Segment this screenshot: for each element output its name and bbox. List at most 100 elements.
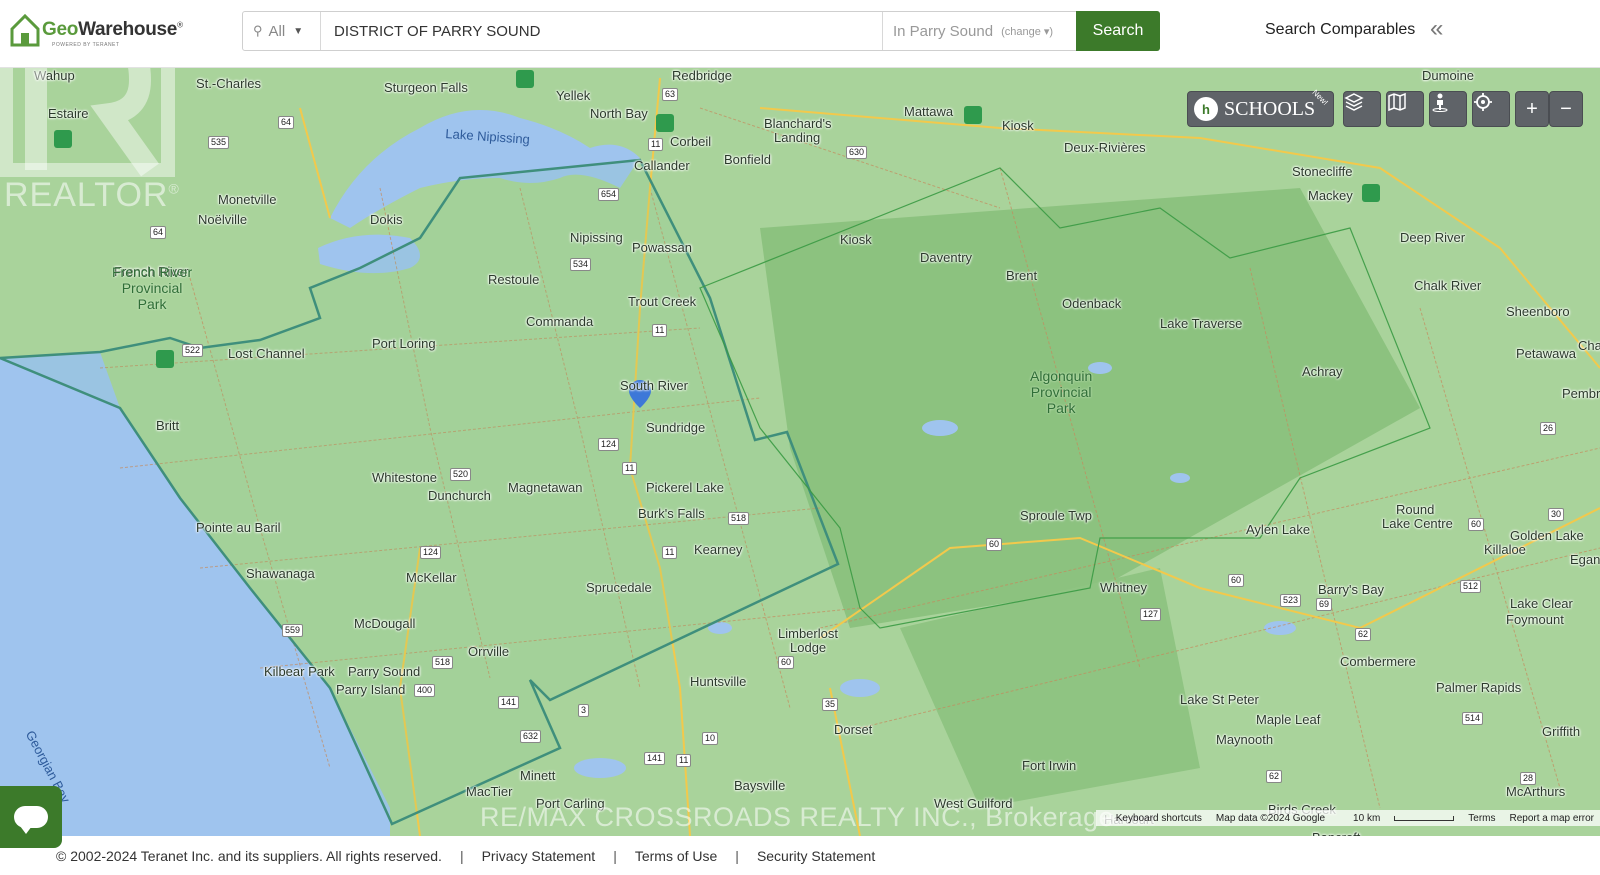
highway-shield: 632 xyxy=(520,730,542,743)
highway-shield: 10 xyxy=(702,732,719,745)
place-label: Trout Creek xyxy=(628,294,697,309)
place-label: Petawawa xyxy=(1516,346,1576,361)
place-label: Baysville xyxy=(734,778,786,793)
place-label: Lake Clear xyxy=(1510,596,1573,611)
place-label: Wahup xyxy=(34,68,75,83)
place-label: South River xyxy=(620,378,688,393)
search-location[interactable]: In Parry Sound (change ▾) xyxy=(882,12,1078,50)
search-comparables-link[interactable]: Search Comparables xyxy=(1265,21,1415,39)
place-label: Callander xyxy=(634,158,690,173)
footer-separator: | xyxy=(613,847,617,864)
place-label: Chalk River xyxy=(1414,278,1482,293)
highway-shield: 127 xyxy=(1140,608,1162,621)
security-statement-link[interactable]: Security Statement xyxy=(757,848,875,864)
highway-shield: 141 xyxy=(498,696,520,709)
place-label: Blanchard's xyxy=(764,116,832,131)
park-label-line: Provincial xyxy=(1030,384,1092,400)
place-label: Pembr xyxy=(1562,386,1600,401)
highway-shield: 3 xyxy=(578,704,590,717)
chat-button[interactable] xyxy=(0,786,62,848)
change-location-link[interactable]: (change ▾) xyxy=(1001,25,1053,38)
location-label: In Parry Sound xyxy=(893,22,994,40)
place-label: Dunchurch xyxy=(428,488,491,503)
place-label: Yellek xyxy=(556,88,591,103)
footer-separator: | xyxy=(735,847,739,864)
place-label: Estaire xyxy=(48,106,89,121)
chat-bubble-icon xyxy=(14,806,48,834)
place-label: Maynooth xyxy=(1216,732,1274,747)
zoom-in-icon[interactable]: + xyxy=(1515,91,1549,127)
highway-shield: 62 xyxy=(1355,628,1372,641)
place-label: Daventry xyxy=(920,250,973,265)
place-label: Noëlville xyxy=(198,212,248,227)
map-canvas[interactable]: REALTOR® h SCHOOLS New! + − Sturgeon Fal… xyxy=(0,68,1600,836)
search-button[interactable]: Search xyxy=(1076,11,1160,51)
place-label: Mackey xyxy=(1308,188,1353,203)
place-label: Round xyxy=(1396,502,1435,517)
place-label: Egan xyxy=(1570,552,1600,567)
house-icon xyxy=(10,13,40,47)
highway-shield: 60 xyxy=(986,538,1003,551)
place-label: Landing xyxy=(774,130,821,145)
layers-icon[interactable] xyxy=(1343,91,1381,127)
place-label: Brent xyxy=(1006,268,1038,283)
place-label: Whitestone xyxy=(372,470,438,485)
place-label: Odenback xyxy=(1062,296,1122,311)
terms-of-use-link[interactable]: Terms of Use xyxy=(635,848,717,864)
search-scope-select[interactable]: ⚲ All ▼ xyxy=(243,12,321,50)
highway-shield: 60 xyxy=(778,656,795,669)
highway-shield: 11 xyxy=(676,754,692,767)
keyboard-shortcuts-link[interactable]: Keyboard shortcuts xyxy=(1116,813,1202,824)
place-label: Kearney xyxy=(694,542,743,557)
place-label: Huntsville xyxy=(690,674,747,689)
place-label: Shawanaga xyxy=(246,566,315,581)
place-label: North Bay xyxy=(590,106,648,121)
street-view-icon[interactable] xyxy=(1429,91,1467,127)
place-label: Sprucedale xyxy=(586,580,652,595)
scale-bar xyxy=(1394,815,1455,821)
highway-shield: 28 xyxy=(1520,772,1537,785)
place-label: Stonecliffe xyxy=(1292,164,1353,179)
place-label: Dorset xyxy=(834,722,873,737)
brokerage-watermark: RE/MAX CROSSROADS REALTY INC., Brokerage xyxy=(480,802,1115,832)
highway-shield: 124 xyxy=(420,546,442,559)
highway-shield: 654 xyxy=(598,188,620,201)
place-label: Lake St Peter xyxy=(1180,692,1259,707)
place-label: Limberlost xyxy=(778,626,838,641)
locate-icon[interactable] xyxy=(1472,91,1510,127)
highway-shield: 512 xyxy=(1460,580,1482,593)
terms-link[interactable]: Terms xyxy=(1468,813,1495,824)
highway-shield: 630 xyxy=(846,146,868,159)
place-label: Redbridge xyxy=(672,68,732,83)
privacy-statement-link[interactable]: Privacy Statement xyxy=(482,848,596,864)
geowarehouse-logo[interactable]: GeoWarehouse® POWERED BY TERANET xyxy=(10,12,183,48)
highway-shield: 11 xyxy=(662,546,678,559)
place-label: Killaloe xyxy=(1484,542,1526,557)
map-icon[interactable] xyxy=(1386,91,1424,127)
schools-logo-icon: h xyxy=(1194,97,1218,121)
search-icon: ⚲ xyxy=(253,23,263,38)
report-map-error-link[interactable]: Report a map error xyxy=(1510,813,1594,824)
park-label-line: Provincial xyxy=(121,280,183,296)
highway-shield: 69 xyxy=(1316,598,1333,611)
schools-button[interactable]: h SCHOOLS New! xyxy=(1187,88,1334,127)
search-input[interactable] xyxy=(321,12,882,50)
place-label: Whitney xyxy=(1100,580,1147,595)
place-label: Aylen Lake xyxy=(1246,522,1311,537)
zoom-out-icon[interactable]: − xyxy=(1549,91,1583,127)
place-label: Combermere xyxy=(1340,654,1416,669)
park-label: French River Provincial Park xyxy=(112,264,192,312)
place-label: Magnetawan xyxy=(508,480,583,495)
place-label: Achray xyxy=(1302,364,1343,379)
highway-shield: 30 xyxy=(1548,508,1565,521)
highway-shield: 26 xyxy=(1540,422,1557,435)
place-label: Foymount xyxy=(1506,612,1564,627)
place-label: Cha xyxy=(1578,338,1600,353)
schools-label: SCHOOLS xyxy=(1224,97,1316,120)
place-label: Corbeil xyxy=(670,134,712,149)
double-chevron-left-icon[interactable]: « xyxy=(1430,15,1443,43)
place-label: Palmer Rapids xyxy=(1436,680,1522,695)
highway-shield: 535 xyxy=(208,136,230,149)
place-label: Bonfield xyxy=(724,152,771,167)
highway-shield: 64 xyxy=(150,226,167,239)
